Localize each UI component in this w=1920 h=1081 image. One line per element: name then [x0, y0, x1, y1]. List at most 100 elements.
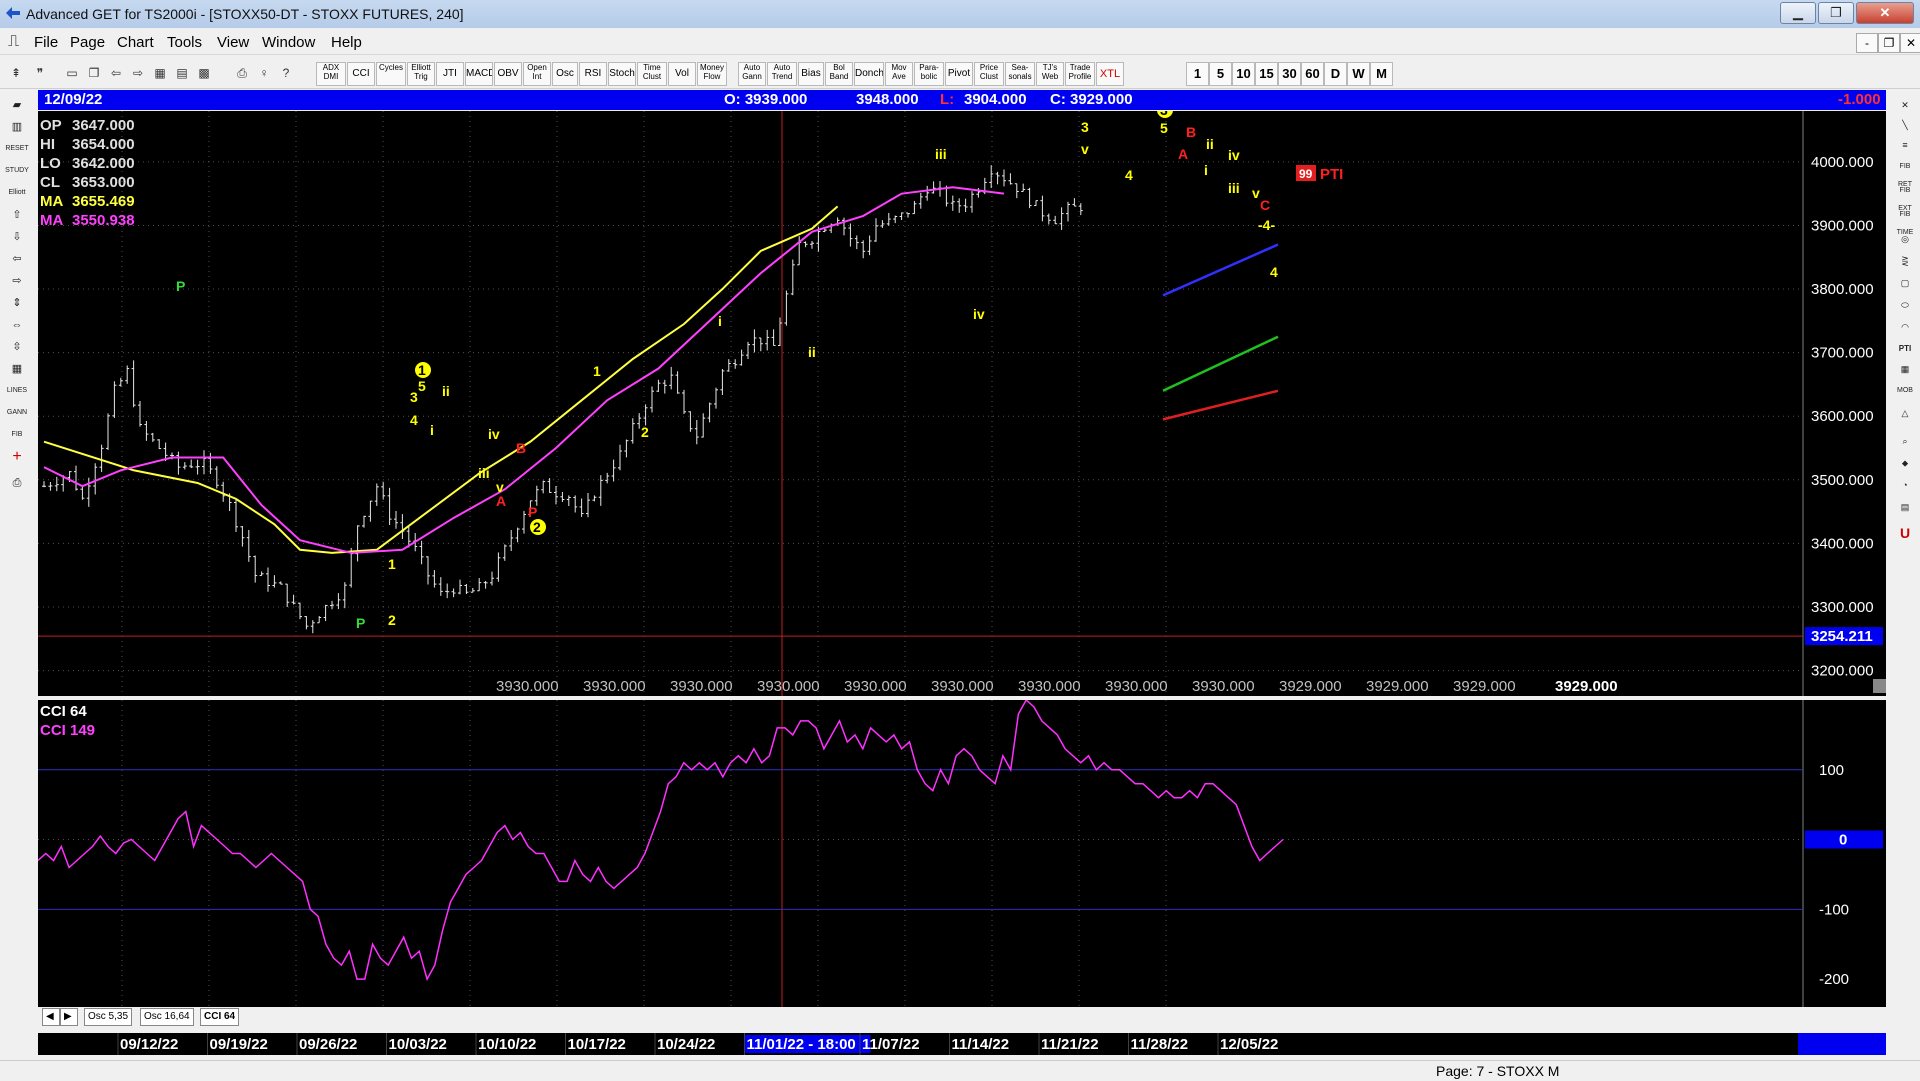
spiral-icon[interactable]: ◎ — [1893, 230, 1917, 248]
tile-icon[interactable]: ▦ — [150, 63, 170, 83]
tab-osc-16-64[interactable]: Osc 16,64 — [140, 1008, 194, 1026]
up-arrow-icon[interactable]: ⇧ — [5, 206, 29, 224]
ellipse-icon[interactable]: ⬭ — [1893, 296, 1917, 314]
cascade-icon[interactable]: ▤ — [172, 63, 192, 83]
context-help-icon[interactable]: ? — [276, 63, 296, 83]
grid-icon[interactable]: ▩ — [194, 63, 214, 83]
study-button-8[interactable]: Osc — [552, 62, 578, 86]
draw-line-icon[interactable]: ╲ — [1893, 116, 1917, 134]
study-button-16[interactable]: Bias — [798, 62, 824, 86]
interval-button-60[interactable]: 60 — [1301, 62, 1324, 86]
study-button-3[interactable]: Elliott Trig — [407, 62, 435, 86]
pti-icon[interactable]: PTI — [1893, 340, 1917, 358]
study-button-22[interactable]: Price Clust — [974, 62, 1004, 86]
lines-icon[interactable]: LINES — [5, 382, 29, 400]
interval-button-30[interactable]: 30 — [1278, 62, 1301, 86]
study-button-26[interactable]: XTL — [1096, 62, 1124, 86]
mdi-restore-button[interactable]: ❐ — [1878, 33, 1900, 53]
triangle-icon[interactable]: △ — [1893, 404, 1917, 422]
menu-page[interactable]: Page — [70, 34, 105, 51]
back-icon[interactable]: ⇦ — [106, 63, 126, 83]
close-button[interactable]: ✕ — [1856, 2, 1914, 24]
tab-cci-64[interactable]: CCI 64 — [200, 1008, 240, 1026]
menu-file[interactable]: File — [34, 34, 58, 51]
pointer-icon[interactable]: ⇞ — [6, 63, 26, 83]
study-button-5[interactable]: MACD — [465, 62, 493, 86]
study-button-20[interactable]: Para- bolic — [914, 62, 944, 86]
print-icon[interactable]: ⎙ — [232, 63, 252, 83]
print-small-icon[interactable]: ⎙ — [5, 474, 29, 492]
interval-button-W[interactable]: W — [1347, 62, 1370, 86]
minimize-button[interactable]: ▁ — [1780, 2, 1816, 24]
erase-icon[interactable]: ✕ — [1893, 96, 1917, 114]
compress-icon[interactable]: ⇕ — [5, 294, 29, 312]
expand-icon[interactable]: ⇔ — [5, 316, 29, 334]
interval-button-1[interactable]: 1 — [1186, 62, 1209, 86]
elliott-icon[interactable]: Elliott — [5, 184, 29, 202]
mdi-close-button[interactable]: ✕ — [1900, 33, 1920, 53]
crosshair-icon[interactable]: + — [5, 448, 29, 466]
tab-osc-5-35[interactable]: Osc 5,35 — [84, 1008, 133, 1026]
study-button-1[interactable]: CCI — [347, 62, 375, 86]
interval-button-15[interactable]: 15 — [1255, 62, 1278, 86]
study-icon[interactable]: STUDY — [5, 162, 29, 180]
interval-button-M[interactable]: M — [1370, 62, 1393, 86]
study-button-13[interactable]: Money Flow — [697, 62, 727, 86]
study-button-25[interactable]: Trade Profile — [1065, 62, 1095, 86]
study-button-4[interactable]: JTI — [436, 62, 464, 86]
zoom-bars-icon[interactable]: ▥ — [5, 118, 29, 136]
gann-icon[interactable]: GANN — [5, 404, 29, 422]
table-icon[interactable]: ▦ — [5, 360, 29, 378]
menu-chart[interactable]: Chart — [117, 34, 154, 51]
forward-icon[interactable]: ⇨ — [128, 63, 148, 83]
window-title-bar[interactable]: Advanced GET for TS2000i - [STOXX50-DT -… — [0, 0, 1920, 28]
price-chart[interactable]: 4000.000 3900.000 3800.000 3700.000 3600.000… — [38, 102, 1893, 696]
fib-ret-icon[interactable]: FIB RET — [1893, 158, 1917, 188]
study-button-9[interactable]: RSI — [579, 62, 607, 86]
open-icon[interactable]: ▰ — [5, 96, 29, 114]
help-bulb-icon[interactable]: ♀ — [254, 63, 274, 83]
study-button-2[interactable]: Cycles — [376, 62, 406, 86]
new-page-icon[interactable]: ▭ — [62, 63, 82, 83]
box-icon[interactable]: ▢ — [1893, 274, 1917, 292]
fib-icon[interactable]: FIB — [5, 426, 29, 444]
interval-button-10[interactable]: 10 — [1232, 62, 1255, 86]
document-icon[interactable]: ⎍ — [8, 33, 19, 51]
mdi-minimize-button[interactable]: - — [1856, 33, 1878, 53]
study-button-10[interactable]: Stoch — [608, 62, 636, 86]
copy-icon[interactable]: ❐ — [84, 63, 104, 83]
magnify-icon[interactable]: ⌕ — [1893, 432, 1917, 450]
interval-button-D[interactable]: D — [1324, 62, 1347, 86]
tab-scroll-right[interactable]: ▶ — [60, 1008, 78, 1026]
chart-settings-icon[interactable] — [1873, 679, 1893, 693]
menu-window[interactable]: Window — [262, 34, 315, 51]
cci-chart[interactable]: 100 0 -100 -200 CCI 64 CCI 149 — [37, 698, 1886, 1007]
study-button-14[interactable]: Auto Gann — [738, 62, 766, 86]
mob-icon[interactable]: MOB — [1893, 382, 1917, 400]
study-button-18[interactable]: Donch — [854, 62, 884, 86]
study-button-24[interactable]: TJ's Web — [1036, 62, 1064, 86]
study-button-23[interactable]: Sea- sonals — [1005, 62, 1035, 86]
study-button-17[interactable]: Bol Band — [825, 62, 853, 86]
interval-button-5[interactable]: 5 — [1209, 62, 1232, 86]
study-button-21[interactable]: Pivot — [945, 62, 973, 86]
study-button-12[interactable]: Vol — [668, 62, 696, 86]
study-button-0[interactable]: ADX DMI — [316, 62, 346, 86]
study-button-6[interactable]: OBV — [494, 62, 522, 86]
right-arrow-icon[interactable]: ⇨ — [5, 272, 29, 290]
tab-scroll-left[interactable]: ◀ — [42, 1008, 60, 1026]
gauge-icon[interactable]: ◔ — [1893, 476, 1917, 494]
down-arrow-icon[interactable]: ⇩ — [5, 228, 29, 246]
fib-time-icon[interactable]: FIB TIME — [1893, 206, 1917, 236]
menu-view[interactable]: View — [217, 34, 249, 51]
study-button-7[interactable]: Open Int — [523, 62, 551, 86]
menu-tools[interactable]: Tools — [167, 34, 202, 51]
fan-icon[interactable]: ⋛ — [1893, 252, 1917, 270]
study-button-11[interactable]: Time Clust — [637, 62, 667, 86]
study-button-15[interactable]: Auto Trend — [767, 62, 797, 86]
template-icon[interactable]: ▤ — [1893, 498, 1917, 516]
whatif-icon[interactable]: ❞ — [30, 63, 50, 83]
arc-icon[interactable]: ◠ — [1893, 318, 1917, 336]
fib-ext-icon[interactable]: FIB EXT — [1893, 182, 1917, 212]
menu-help[interactable]: Help — [331, 34, 362, 51]
